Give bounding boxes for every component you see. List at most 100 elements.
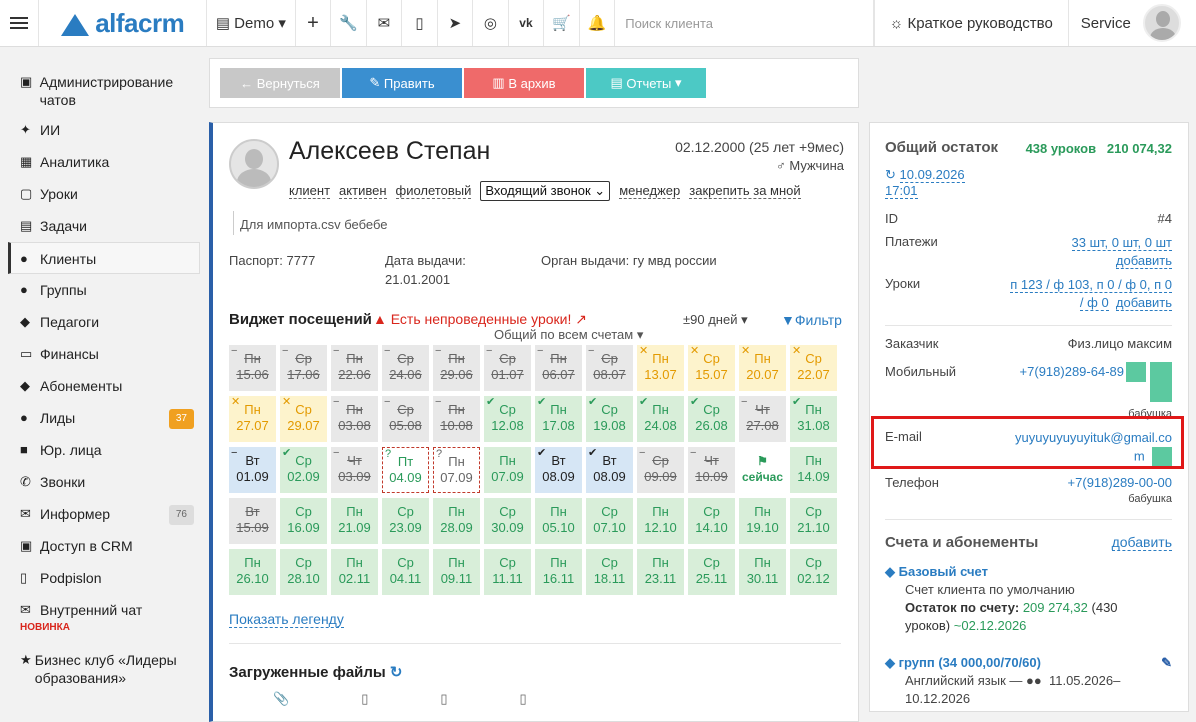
tag-purple[interactable]: фиолетовый [395, 183, 472, 199]
quick-guide-link[interactable]: ☼ Краткое руководство [873, 0, 1069, 46]
sidebar-item-teachers[interactable]: ◆ Педагоги [0, 306, 210, 338]
attendance-cell[interactable]: Ср 04.11 [382, 549, 429, 595]
sidebar-item-crm-access[interactable]: ▣ Доступ в CRM [0, 530, 210, 562]
file-icon[interactable]: ▯ [361, 691, 368, 707]
sidebar-item-informer[interactable]: ✉ Информер 76 [0, 498, 210, 530]
back-button[interactable]: ← Вернуться [220, 68, 340, 98]
whatsapp-icon[interactable]: ◎ [473, 0, 509, 46]
attendance-cell[interactable]: ✔ Вт 08.09 [586, 447, 633, 493]
attendance-cell[interactable]: ✔ Ср 19.08 [586, 396, 633, 442]
client-search-input[interactable]: Поиск клиента [615, 0, 874, 46]
paperclip-icon[interactable]: 📎 [273, 691, 289, 707]
attendance-cell[interactable]: − Пн 03.08 [331, 396, 378, 442]
sidebar-item-calls[interactable]: ✆ Звонки [0, 466, 210, 498]
telegram-icon[interactable]: ➤ [438, 0, 474, 46]
attendance-cell[interactable]: ✕ Ср 15.07 [688, 345, 735, 391]
branch-dropdown[interactable]: ▤ Demo ▾ [207, 0, 296, 46]
tag-active[interactable]: активен [339, 183, 387, 199]
phone-link[interactable]: +7(918)289-00-00 [1068, 475, 1172, 490]
cart-icon[interactable]: 🛒 [544, 0, 580, 46]
lessons-link[interactable]: п 123 / ф 103, п 0 / ф 0, п 0 [1010, 277, 1172, 293]
attendance-cell[interactable]: Пн 12.10 [637, 498, 684, 544]
sidebar-item-chat-admin[interactable]: ▣ Администрирование чатов [0, 66, 210, 114]
attendance-cell[interactable]: − Пн 06.07 [535, 345, 582, 391]
balance-updated[interactable]: ↻ 10.09.2026 17:01 [885, 167, 1172, 199]
sidebar-item-podpislon[interactable]: ▯ Podpislon [0, 562, 210, 594]
attendance-cell[interactable]: − Чт 03.09 [331, 447, 378, 493]
attendance-cell[interactable]: Пн 16.11 [535, 549, 582, 595]
plus-icon[interactable]: + [296, 0, 332, 46]
attendance-cell[interactable]: Ср 07.10 [586, 498, 633, 544]
attendance-cell[interactable]: ✔ Пн 31.08 [790, 396, 837, 442]
tag-client[interactable]: клиент [289, 183, 331, 199]
attendance-cell[interactable]: Ср 30.09 [484, 498, 531, 544]
attendance-cell[interactable]: − Вт 01.09 [229, 447, 276, 493]
attendance-cell[interactable]: Пн 30.11 [739, 549, 786, 595]
filter-button[interactable]: ▼Фильтр [781, 312, 842, 328]
attendance-cell[interactable]: Пн 21.09 [331, 498, 378, 544]
period-dropdown[interactable]: ±90 дней ▾ [683, 312, 748, 328]
attendance-cell[interactable]: ✔ Пн 17.08 [535, 396, 582, 442]
menu-toggle-button[interactable] [0, 0, 40, 46]
attendance-cell[interactable]: Вт 15.09 [229, 498, 276, 544]
attendance-cell[interactable]: ✕ Пн 13.07 [637, 345, 684, 391]
vk-icon[interactable]: vk [509, 0, 545, 46]
attendance-cell[interactable]: ✔ Ср 02.09 [280, 447, 327, 493]
attendance-cell[interactable]: − Ср 09.09 [637, 447, 684, 493]
sidebar-item-business-club[interactable]: ★ Бизнес клуб «Лидеры образования» [0, 644, 210, 692]
archive-button[interactable]: ▥ В архив [464, 68, 584, 98]
attendance-cell[interactable]: − Пн 22.06 [331, 345, 378, 391]
add-account-link[interactable]: добавить [1111, 534, 1172, 551]
mobile-link[interactable]: +7(918)289-64-89 [1020, 364, 1124, 379]
attendance-cell[interactable]: − Ср 08.07 [586, 345, 633, 391]
attendance-cell[interactable]: Пн 26.10 [229, 549, 276, 595]
attendance-cell[interactable]: − Чт 10.09 [688, 447, 735, 493]
attendance-cell[interactable]: − Пн 15.06 [229, 345, 276, 391]
file-icon[interactable]: ▯ [440, 691, 447, 707]
phone-icon[interactable]: ▯ [402, 0, 438, 46]
attendance-cell[interactable]: Ср 25.11 [688, 549, 735, 595]
sidebar-item-finance[interactable]: ▭ Финансы [0, 338, 210, 370]
attendance-cell[interactable]: Пн 19.10 [739, 498, 786, 544]
sidebar-item-ai[interactable]: ✦ ИИ [0, 114, 210, 146]
attendance-cell[interactable]: ✔ Пн 24.08 [637, 396, 684, 442]
sidebar-item-lessons[interactable]: ▢ Уроки [0, 178, 210, 210]
attendance-cell[interactable]: ? Пт 04.09 [382, 447, 429, 493]
sidebar-item-tasks[interactable]: ▤ Задачи [0, 210, 210, 242]
sidebar-item-subscriptions[interactable]: ◆ Абонементы [0, 370, 210, 402]
attendance-cell[interactable]: Пн 02.11 [331, 549, 378, 595]
pencil-icon[interactable]: ✎ [1161, 654, 1172, 672]
attendance-cell[interactable]: ✔ Вт 08.09 [535, 447, 582, 493]
attendance-cell[interactable]: Пн 28.09 [433, 498, 480, 544]
reports-button[interactable]: ▤ Отчеты ▾ [586, 68, 706, 98]
wrench-icon[interactable]: 🔧 [331, 0, 367, 46]
sms-button[interactable] [1126, 362, 1146, 382]
sidebar-item-analytics[interactable]: ▦ Аналитика [0, 146, 210, 178]
add-payment-link[interactable]: добавить [1115, 253, 1172, 269]
attendance-cell[interactable]: Ср 28.10 [280, 549, 327, 595]
sidebar-item-leads[interactable]: ● Лиды 37 [0, 402, 210, 434]
attendance-cell[interactable]: − Пн 10.08 [433, 396, 480, 442]
edit-button[interactable]: ✎ Править [342, 68, 462, 98]
account-dropdown[interactable]: Общий по всем счетам ▾ [491, 327, 647, 343]
attendance-cell[interactable]: Ср 02.12 [790, 549, 837, 595]
user-menu[interactable]: Service [1069, 0, 1196, 46]
attendance-cell[interactable]: − Ср 17.06 [280, 345, 327, 391]
attendance-cell[interactable]: Ср 18.11 [586, 549, 633, 595]
add-lesson-link[interactable]: добавить [1115, 295, 1172, 311]
attendance-cell[interactable]: − Чт 27.08 [739, 396, 786, 442]
attendance-cell[interactable]: ✕ Пн 27.07 [229, 396, 276, 442]
attendance-cell[interactable]: Ср 11.11 [484, 549, 531, 595]
sidebar-item-clients[interactable]: ● Клиенты [8, 242, 200, 274]
sidebar-item-legal-entities[interactable]: ■ Юр. лица [0, 434, 210, 466]
attendance-cell[interactable]: − Ср 24.06 [382, 345, 429, 391]
pin-to-me-link[interactable]: закрепить за мной [689, 183, 801, 199]
attendance-cell[interactable]: Пн 14.09 [790, 447, 837, 493]
attendance-cell[interactable]: Пн 07.09 [484, 447, 531, 493]
attendance-cell[interactable]: − Ср 05.08 [382, 396, 429, 442]
attendance-cell[interactable]: ⚑ сейчас [739, 447, 786, 493]
call-type-select[interactable]: Входящий звонок ⌄ [480, 181, 611, 201]
bell-icon[interactable]: 🔔 [580, 0, 616, 46]
show-legend-link[interactable]: Показать легенду [229, 611, 344, 628]
sidebar-item-groups[interactable]: ● Группы [0, 274, 210, 306]
